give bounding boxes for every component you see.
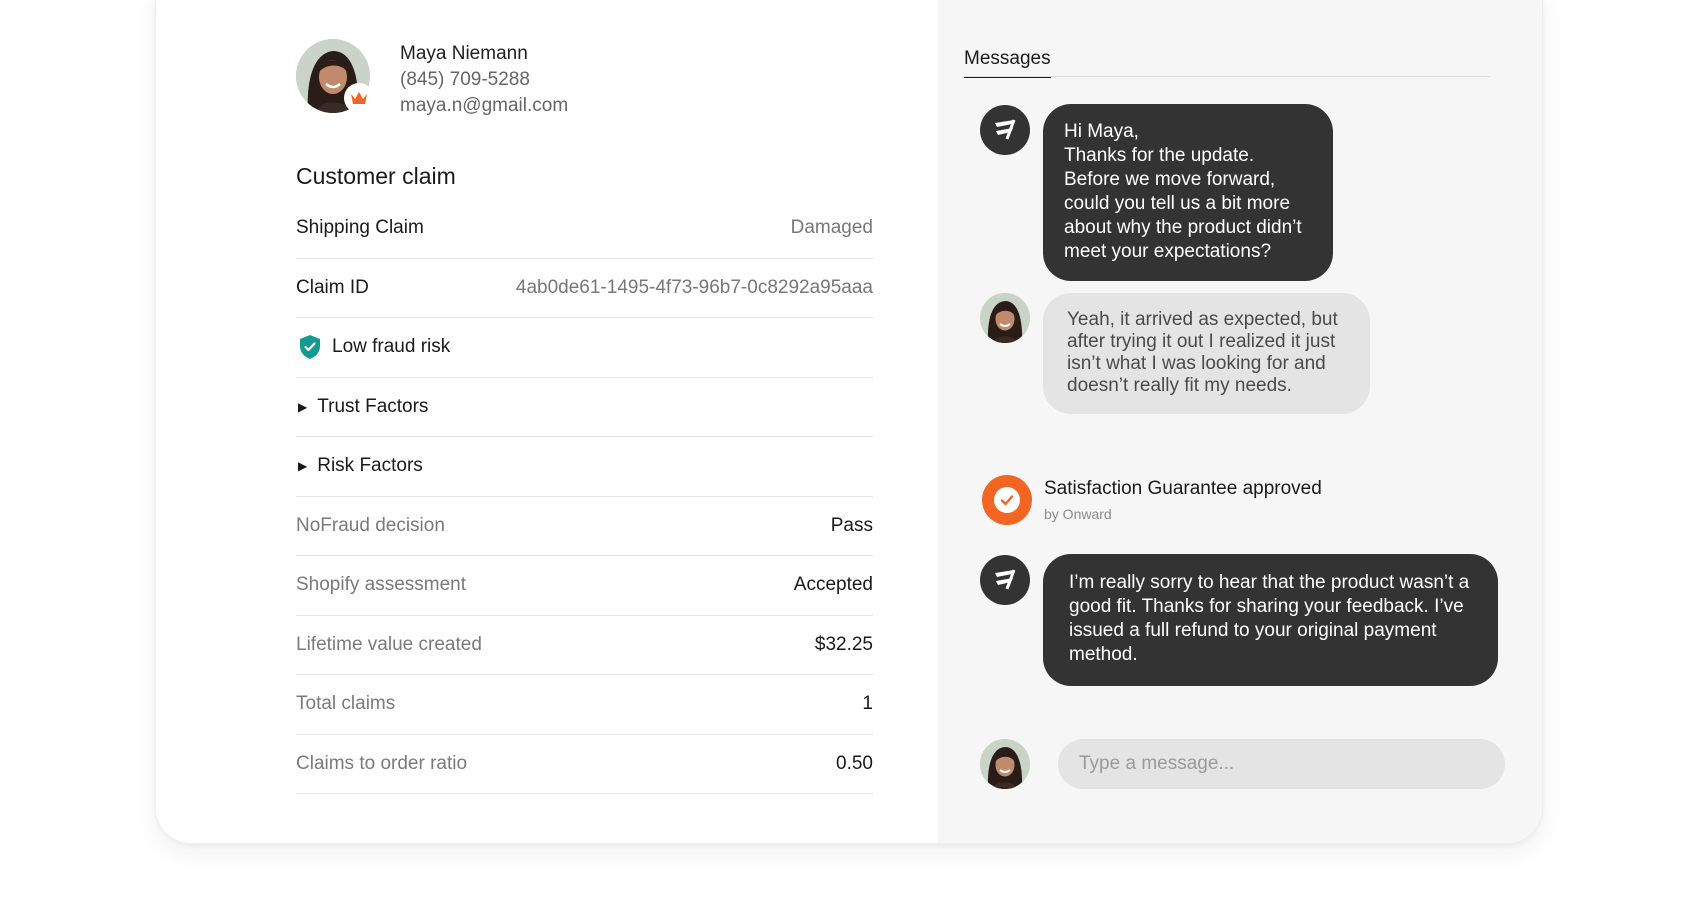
- row-value: Accepted: [793, 574, 873, 596]
- row-shopify-assessment: Shopify assessment Accepted: [296, 556, 873, 616]
- tab-messages[interactable]: Messages: [964, 48, 1051, 78]
- message-bubble: I’m really sorry to hear that the produc…: [1043, 554, 1498, 686]
- crown-icon: [344, 83, 374, 113]
- customer-avatar: [296, 39, 374, 113]
- customer-name: Maya Niemann: [400, 43, 528, 64]
- row-label: Claims to order ratio: [296, 752, 468, 774]
- row-value: $32.25: [814, 633, 873, 655]
- row-value: Pass: [830, 514, 873, 536]
- messages-panel: Messages Hi Maya, Thanks for the update.…: [938, 0, 1542, 843]
- row-label: Claim ID: [296, 276, 369, 298]
- row-label: Low fraud risk: [332, 336, 451, 358]
- row-claims-ratio: Claims to order ratio 0.50: [296, 735, 873, 794]
- message-bubble: Yeah, it arrived as expected, but after …: [1043, 293, 1370, 414]
- event-title: Satisfaction Guarantee approved: [1044, 478, 1322, 499]
- row-value: 0.50: [836, 752, 873, 774]
- brand-logo-icon: [980, 555, 1030, 605]
- row-claim-id: Claim ID 4ab0de61-1495-4f73-96b7-0c8292a…: [296, 259, 873, 318]
- claim-panel: Maya Niemann (845) 709-5288 maya.n@gmail…: [156, 0, 938, 843]
- row-label: Trust Factors: [317, 395, 429, 417]
- row-value: 1: [862, 693, 873, 715]
- row-label: Lifetime value created: [296, 633, 482, 655]
- shield-check-icon: [300, 335, 320, 360]
- claim-card: Maya Niemann (845) 709-5288 maya.n@gmail…: [155, 0, 1543, 844]
- row-value: 4ab0de61-1495-4f73-96b7-0c8292a95aaa: [515, 276, 873, 298]
- event-subtitle: by Onward: [1044, 506, 1112, 522]
- avatar: [980, 739, 1030, 789]
- triangle-right-icon: ▶: [298, 459, 308, 474]
- brand-logo-icon: [980, 105, 1030, 155]
- row-lifetime-value: Lifetime value created $32.25: [296, 616, 873, 675]
- row-label: Risk Factors: [317, 455, 423, 477]
- row-label: Total claims: [296, 693, 396, 715]
- avatar: [980, 293, 1030, 343]
- row-label: Shopify assessment: [296, 574, 467, 596]
- tab-divider: [964, 76, 1490, 77]
- triangle-right-icon: ▶: [298, 399, 308, 414]
- row-shipping-claim: Shipping Claim Damaged: [296, 199, 873, 259]
- row-label: Shipping Claim: [296, 217, 424, 239]
- row-trust-factors[interactable]: ▶ Trust Factors: [296, 378, 873, 437]
- customer-email: maya.n@gmail.com: [400, 95, 569, 116]
- check-circle-icon: [982, 475, 1032, 525]
- customer-phone: (845) 709-5288: [400, 69, 530, 90]
- row-value: Damaged: [790, 217, 873, 239]
- customer-header: Maya Niemann (845) 709-5288 maya.n@gmail…: [296, 39, 568, 119]
- row-risk-factors[interactable]: ▶ Risk Factors: [296, 437, 873, 497]
- row-label: NoFraud decision: [296, 514, 445, 536]
- message-input[interactable]: [1058, 739, 1505, 789]
- claim-details-list: Shipping Claim Damaged Claim ID 4ab0de61…: [296, 169, 873, 794]
- row-fraud-risk: Low fraud risk: [296, 318, 873, 378]
- row-nofraud-decision: NoFraud decision Pass: [296, 497, 873, 556]
- row-total-claims: Total claims 1: [296, 675, 873, 735]
- message-bubble: Hi Maya, Thanks for the update. Before w…: [1043, 104, 1333, 281]
